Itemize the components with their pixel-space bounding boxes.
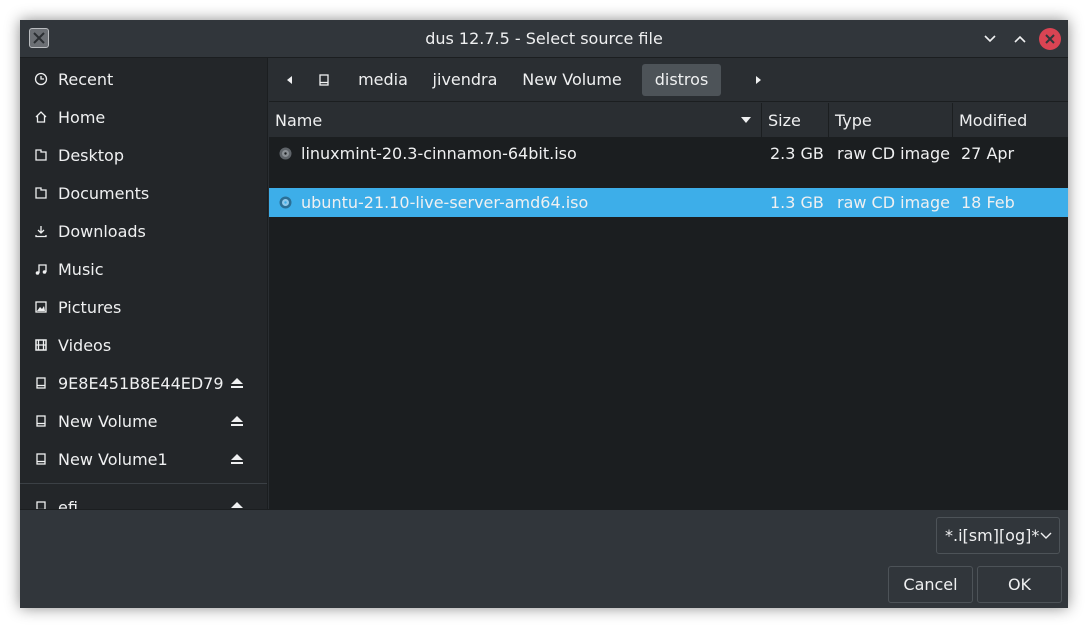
column-header-label: Name: [275, 111, 323, 130]
file-row-selected[interactable]: ubuntu-21.10-live-server-amd64.iso 1.3 G…: [269, 188, 1068, 217]
eject-icon[interactable]: [229, 414, 245, 428]
file-modified: 27 Apr: [961, 144, 1015, 163]
ok-button[interactable]: OK: [977, 566, 1062, 603]
eject-icon[interactable]: [229, 376, 245, 390]
sidebar-item-new-volume[interactable]: New Volume: [20, 402, 267, 440]
file-list-header: Name Size Type Modified: [269, 103, 1068, 138]
sidebar-item-label: New Volume: [58, 412, 158, 431]
disc-image-icon: [279, 196, 292, 209]
title-bar[interactable]: dus 12.7.5 - Select source file: [20, 20, 1068, 58]
path-segment-jivendra[interactable]: jivendra: [427, 64, 503, 96]
places-sidebar: Recent Home Desktop Documents Downloads …: [20, 58, 268, 509]
path-scroll-left-button[interactable]: [280, 70, 300, 90]
chevron-right-icon: [756, 76, 761, 84]
sidebar-item-home[interactable]: Home: [20, 98, 267, 136]
sidebar-item-label: efi: [58, 498, 78, 509]
film-icon: [34, 338, 48, 352]
music-icon: [34, 262, 48, 276]
drive-icon: [319, 74, 329, 86]
minimize-button[interactable]: [979, 28, 1001, 50]
path-segment-distros[interactable]: distros: [642, 64, 721, 96]
sidebar-item-label: Documents: [58, 184, 150, 203]
file-size: 1.3 GB: [770, 193, 824, 212]
file-filter-select[interactable]: *.i[sm][og]*: [936, 517, 1060, 554]
drive-icon: [34, 376, 48, 390]
sidebar-item-label: Videos: [58, 336, 112, 355]
sidebar-item-desktop[interactable]: Desktop: [20, 136, 267, 174]
path-root-drive-button[interactable]: [314, 70, 334, 90]
eject-icon[interactable]: [229, 452, 245, 466]
sort-down-icon: [741, 117, 751, 123]
sidebar-item-drive-9e8e451b8e44ed79[interactable]: 9E8E451B8E44ED79: [20, 364, 267, 402]
sidebar-item-label: Music: [58, 260, 104, 279]
path-scroll-right-button[interactable]: [748, 70, 768, 90]
sidebar-item-pictures[interactable]: Pictures: [20, 288, 267, 326]
chevron-up-icon: [1014, 35, 1026, 43]
sidebar-item-efi[interactable]: efi: [20, 488, 267, 509]
eject-icon[interactable]: [229, 500, 245, 509]
sidebar-item-label: Downloads: [58, 222, 146, 241]
sidebar-item-recent[interactable]: Recent: [20, 60, 267, 98]
file-chooser-dialog: dus 12.7.5 - Select source file Recent H…: [20, 20, 1068, 608]
sidebar-separator: [20, 483, 267, 484]
column-header-name[interactable]: Name: [269, 103, 762, 138]
chevron-down-icon: [1040, 532, 1052, 539]
file-name: ubuntu-21.10-live-server-amd64.iso: [301, 193, 589, 212]
column-header-modified[interactable]: Modified: [953, 103, 1068, 138]
file-row[interactable]: linuxmint-20.3-cinnamon-64bit.iso 2.3 GB…: [269, 139, 1068, 168]
sidebar-item-label: New Volume1: [58, 450, 168, 469]
path-bar: media jivendra New Volume distros: [269, 58, 1068, 102]
home-icon: [34, 110, 48, 124]
sidebar-item-documents[interactable]: Documents: [20, 174, 267, 212]
file-name: linuxmint-20.3-cinnamon-64bit.iso: [301, 144, 577, 163]
file-modified: 18 Feb: [961, 193, 1015, 212]
path-segment-media[interactable]: media: [349, 64, 417, 96]
sidebar-item-label: Desktop: [58, 146, 124, 165]
sidebar-item-label: Home: [58, 108, 106, 127]
drive-icon: [34, 414, 48, 428]
sidebar-item-label: Pictures: [58, 298, 122, 317]
sidebar-item-downloads[interactable]: Downloads: [20, 212, 267, 250]
window-title: dus 12.7.5 - Select source file: [425, 29, 663, 48]
dialog-footer: *.i[sm][og]* Cancel OK: [20, 509, 1068, 608]
folder-icon: [34, 148, 48, 162]
sidebar-item-videos[interactable]: Videos: [20, 326, 267, 364]
sidebar-item-label: Recent: [58, 70, 114, 89]
download-icon: [34, 224, 48, 238]
cancel-button[interactable]: Cancel: [888, 566, 973, 603]
sidebar-item-music[interactable]: Music: [20, 250, 267, 288]
file-size: 2.3 GB: [770, 144, 824, 163]
drive-icon: [34, 452, 48, 466]
close-button[interactable]: [1039, 28, 1061, 50]
path-segment-new-volume[interactable]: New Volume: [517, 64, 627, 96]
clock-icon: [34, 72, 48, 86]
file-filter-value: *.i[sm][og]*: [945, 526, 1040, 545]
file-list: Name Size Type Modified linuxmint-20.3-c…: [269, 103, 1068, 509]
drive-icon: [34, 500, 48, 509]
column-header-size[interactable]: Size: [762, 103, 829, 138]
file-type: raw CD image: [837, 193, 950, 212]
chevron-left-icon: [287, 76, 292, 84]
close-icon: [1045, 34, 1055, 44]
disc-image-icon: [279, 147, 292, 160]
sidebar-item-new-volume1[interactable]: New Volume1: [20, 440, 267, 478]
file-type: raw CD image: [837, 144, 950, 163]
column-header-type[interactable]: Type: [829, 103, 953, 138]
folder-icon: [34, 186, 48, 200]
sidebar-item-label: 9E8E451B8E44ED79: [58, 374, 224, 393]
image-icon: [34, 300, 48, 314]
chevron-down-icon: [984, 35, 996, 43]
maximize-button[interactable]: [1009, 28, 1031, 50]
